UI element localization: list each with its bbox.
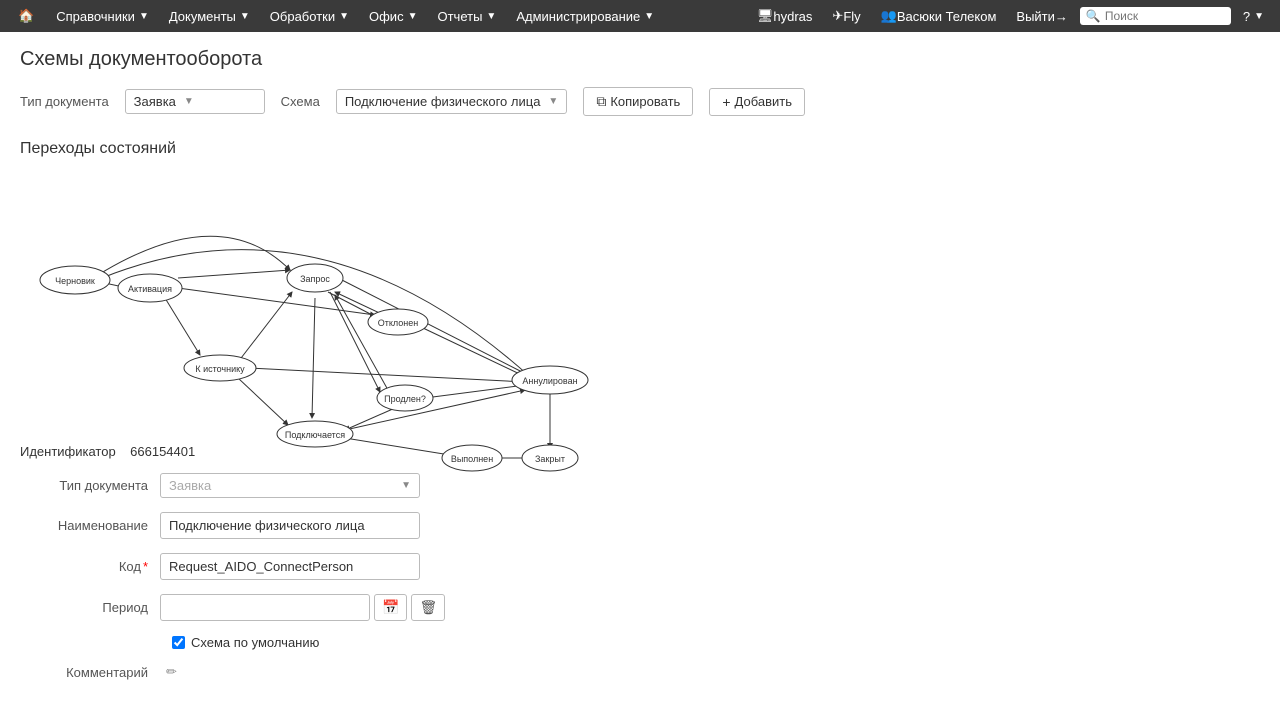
id-label: Идентификатор <box>20 444 116 459</box>
svg-text:Аннулирован: Аннулирован <box>522 376 577 386</box>
svg-text:Выполнен: Выполнен <box>451 454 493 464</box>
form-doc-type-dropdown[interactable]: Заявка ▼ <box>160 473 420 498</box>
nav-fly[interactable]: ✈ Fly <box>824 8 868 24</box>
add-icon: + <box>722 94 730 110</box>
svg-text:Отклонен: Отклонен <box>378 318 418 328</box>
doc-type-row: Тип документа Заявка ▼ <box>20 473 1260 498</box>
name-row: Наименование <box>20 512 1260 539</box>
id-row: Идентификатор 666154401 <box>20 444 1260 459</box>
name-label: Наименование <box>20 518 160 533</box>
default-schema-checkbox[interactable] <box>172 636 185 649</box>
chevron-down-icon: ▼ <box>548 96 558 107</box>
search-input[interactable] <box>1105 9 1225 23</box>
search-box: 🔍 <box>1080 7 1231 25</box>
navbar: 🏠 Справочники ▼ Документы ▼ Обработки ▼ … <box>0 0 1280 32</box>
doc-type-label: Тип документа <box>20 478 160 493</box>
home-icon: 🏠 <box>18 8 34 24</box>
id-value: 666154401 <box>130 444 195 459</box>
svg-text:К источнику: К источнику <box>195 364 245 374</box>
chevron-down-icon: ▼ <box>1254 11 1264 22</box>
form-section: Идентификатор 666154401 Тип документа За… <box>20 444 1260 680</box>
nav-item-office[interactable]: Офис ▼ <box>361 0 425 32</box>
search-icon: 🔍 <box>1086 9 1101 23</box>
name-input[interactable] <box>160 512 420 539</box>
nav-hydras[interactable]: 🖥 hydras <box>749 8 821 24</box>
trash-icon: 🗑 <box>419 599 437 615</box>
svg-text:Активация: Активация <box>128 284 172 294</box>
period-label: Период <box>20 600 160 615</box>
company-icon: 👥 <box>881 8 897 24</box>
code-input[interactable] <box>160 553 420 580</box>
nav-logout[interactable]: Выйти → <box>1008 9 1076 24</box>
default-schema-row: Схема по умолчанию <box>172 635 1260 650</box>
comment-label: Комментарий <box>20 665 160 680</box>
schema-label: Схема <box>281 94 320 109</box>
logout-icon: → <box>1055 9 1068 24</box>
chevron-down-icon: ▼ <box>139 11 149 22</box>
svg-text:Подключается: Подключается <box>285 430 345 440</box>
copy-icon: ⧉ <box>596 93 606 110</box>
add-button[interactable]: + Добавить <box>709 88 805 116</box>
page-title: Схемы документооборота <box>20 48 1260 71</box>
default-schema-label: Схема по умолчанию <box>191 635 319 650</box>
svg-text:Черновик: Черновик <box>55 276 95 286</box>
fly-icon: ✈ <box>832 8 843 24</box>
doc-type-label: Тип документа <box>20 94 109 109</box>
help-button[interactable]: ? ▼ <box>1235 9 1272 24</box>
page-content: Схемы документооборота Тип документа Зая… <box>0 32 1280 710</box>
doc-type-dropdown[interactable]: Заявка ▼ <box>125 89 265 114</box>
monitor-icon: 🖥 <box>757 8 774 24</box>
nav-item-processing[interactable]: Обработки ▼ <box>262 0 357 32</box>
home-button[interactable]: 🏠 <box>8 0 44 32</box>
toolbar-row: Тип документа Заявка ▼ Схема Подключение… <box>20 87 1260 116</box>
calendar-icon: 📅 <box>382 599 399 615</box>
chevron-down-icon: ▼ <box>240 11 250 22</box>
copy-button[interactable]: ⧉ Копировать <box>583 87 693 116</box>
code-label: Код <box>20 559 160 574</box>
state-diagram: Черновик Активация Запрос Отклонен К ист… <box>20 170 640 420</box>
chevron-down-icon: ▼ <box>644 11 654 22</box>
period-input[interactable] <box>160 594 370 621</box>
chevron-down-icon: ▼ <box>408 11 418 22</box>
nav-item-references[interactable]: Справочники ▼ <box>48 0 157 32</box>
schema-dropdown[interactable]: Подключение физического лица ▼ <box>336 89 568 114</box>
code-row: Код <box>20 553 1260 580</box>
nav-item-documents[interactable]: Документы ▼ <box>161 0 258 32</box>
chevron-down-icon: ▼ <box>339 11 349 22</box>
edit-comment-icon[interactable]: ✏ <box>166 664 177 680</box>
period-controls: 📅 🗑 <box>160 594 445 621</box>
clear-period-button[interactable]: 🗑 <box>411 594 445 621</box>
nav-company[interactable]: 👥 Васюки Телеком <box>873 8 1005 24</box>
calendar-button[interactable]: 📅 <box>374 594 407 621</box>
svg-text:Закрыт: Закрыт <box>535 454 565 464</box>
comment-row: Комментарий ✏ <box>20 664 1260 680</box>
nav-item-admin[interactable]: Администрирование ▼ <box>508 0 662 32</box>
chevron-down-icon: ▼ <box>486 11 496 22</box>
svg-text:Продлен?: Продлен? <box>384 394 426 404</box>
section-title: Переходы состояний <box>20 140 1260 158</box>
nav-item-reports[interactable]: Отчеты ▼ <box>429 0 504 32</box>
svg-text:Запрос: Запрос <box>300 274 330 284</box>
period-row: Период 📅 🗑 <box>20 594 1260 621</box>
chevron-down-icon: ▼ <box>184 96 194 107</box>
navbar-right: 🖥 hydras ✈ Fly 👥 Васюки Телеком Выйти → … <box>749 7 1272 25</box>
diagram-container: Черновик Активация Запрос Отклонен К ист… <box>20 170 640 420</box>
chevron-down-icon: ▼ <box>401 480 411 491</box>
